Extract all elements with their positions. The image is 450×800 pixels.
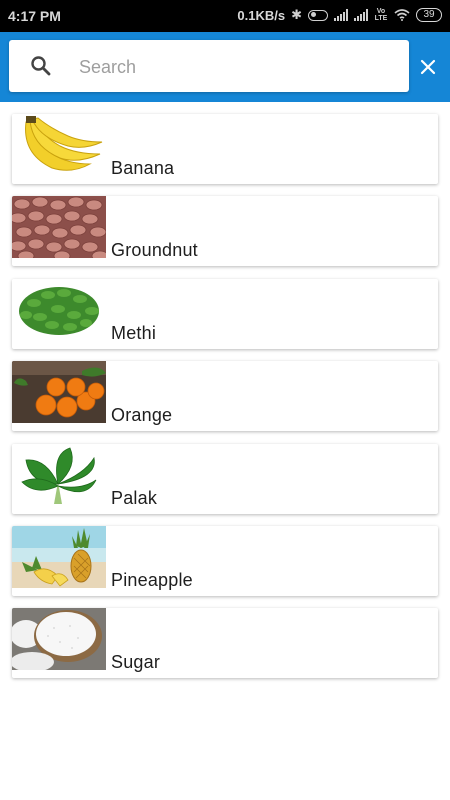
search-input[interactable] (77, 50, 401, 84)
item-name: Pineapple (111, 570, 193, 590)
list-item[interactable]: Groundnut (12, 196, 438, 266)
status-bar: 4:17 PM 0.1KB/s ✱ Vo LTE 39 (0, 0, 450, 32)
item-name: Groundnut (111, 240, 198, 260)
item-name: Methi (111, 323, 157, 343)
methi-image (12, 279, 106, 341)
list-item[interactable]: Banana (12, 114, 438, 184)
item-name: Sugar (111, 652, 161, 672)
network-speed: 0.1KB/s (237, 7, 286, 23)
volte-icon: Vo LTE (374, 8, 388, 22)
groundnut-image (12, 196, 106, 258)
list-item[interactable]: Orange (12, 361, 438, 431)
list-item[interactable]: Sugar (12, 608, 438, 678)
item-name: Orange (111, 405, 173, 425)
bluetooth-icon: ✱ (291, 7, 302, 22)
banana-image (12, 114, 106, 176)
data-toggle-icon (308, 9, 328, 21)
orange-image (12, 361, 106, 423)
item-name: Banana (111, 158, 175, 178)
app-bar (0, 32, 450, 102)
battery-icon: 39 (416, 8, 442, 22)
close-button[interactable] (412, 51, 444, 83)
item-name: Palak (111, 488, 158, 508)
close-icon[interactable] (420, 59, 436, 75)
sugar-image (12, 608, 106, 670)
search-icon[interactable] (29, 54, 53, 78)
signal-icon-2 (354, 9, 368, 21)
signal-icon (334, 9, 348, 21)
list-item[interactable]: Palak (12, 444, 438, 514)
status-time: 4:17 PM (8, 8, 61, 24)
list-item[interactable]: Pineapple (12, 526, 438, 596)
status-indicators: 0.1KB/s ✱ Vo LTE 39 (237, 7, 442, 23)
wifi-icon (394, 9, 410, 21)
pineapple-image (12, 526, 106, 588)
palak-image (12, 444, 106, 506)
list-item[interactable]: Methi (12, 279, 438, 349)
search-box[interactable] (9, 40, 409, 92)
